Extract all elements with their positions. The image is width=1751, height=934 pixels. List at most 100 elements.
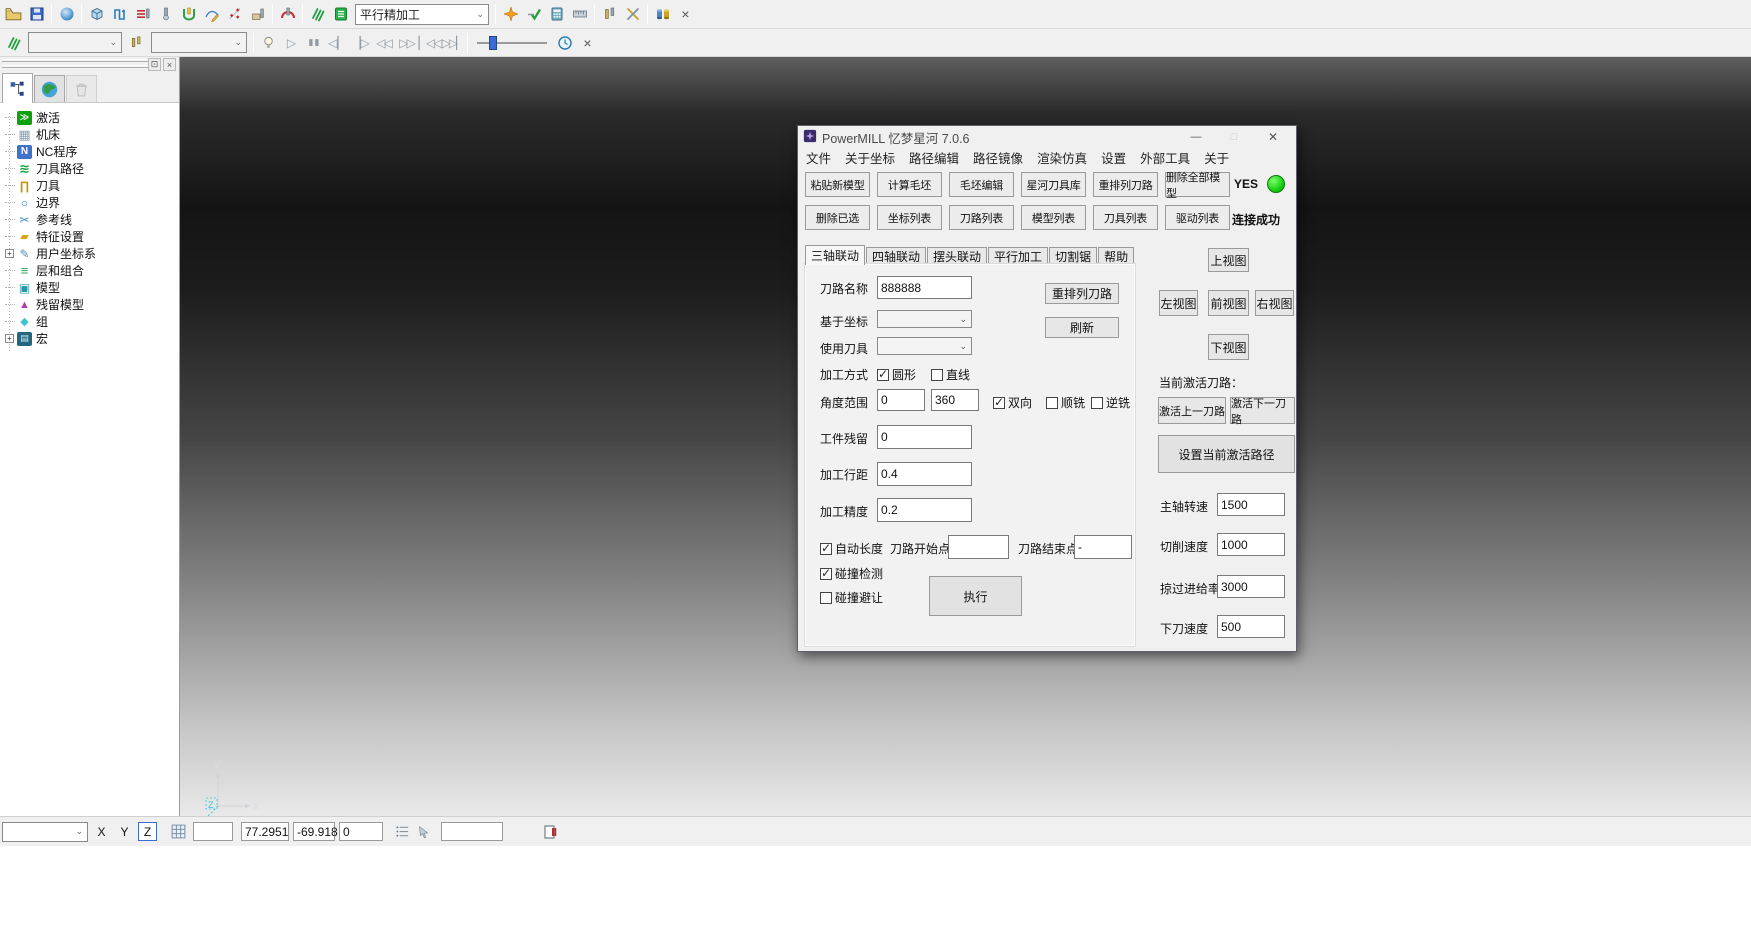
curve-edit-icon[interactable]: [200, 2, 223, 26]
go-start-icon[interactable]: [418, 31, 441, 55]
expand-icon[interactable]: +: [5, 334, 14, 343]
tree-item[interactable]: + 特征设置: [0, 228, 179, 245]
grid-icon[interactable]: [167, 822, 189, 842]
cross-arrows-icon[interactable]: [621, 2, 644, 26]
dock-grip[interactable]: [2, 65, 149, 68]
bulb-icon[interactable]: [257, 31, 280, 55]
plunge-input[interactable]: [1217, 615, 1285, 638]
quick-button[interactable]: 计算毛坯: [877, 172, 942, 197]
axis-z-button[interactable]: Z: [138, 822, 157, 841]
stepover-input[interactable]: [877, 462, 972, 486]
clock-icon[interactable]: [553, 31, 576, 55]
play-icon[interactable]: [280, 31, 303, 55]
tree-item[interactable]: + 刀具路径: [0, 160, 179, 177]
bidirectional-option[interactable]: 双向: [993, 394, 1032, 411]
checkbox[interactable]: [877, 369, 889, 381]
rearrange-toolpath-button[interactable]: 重排列刀路: [1045, 283, 1119, 304]
quick-button[interactable]: 删除已选: [805, 205, 870, 230]
speed-slider[interactable]: [477, 34, 547, 52]
page-split-icon[interactable]: [539, 822, 561, 842]
checkbox[interactable]: [993, 397, 1005, 409]
close-icon[interactable]: [576, 31, 599, 55]
quick-button[interactable]: 删除全部模型: [1165, 172, 1230, 197]
checkbox[interactable]: [820, 543, 832, 555]
save-icon[interactable]: [25, 2, 48, 26]
list-icon[interactable]: [391, 822, 413, 842]
step-forward-icon[interactable]: [349, 31, 372, 55]
raster-path-icon[interactable]: [108, 2, 131, 26]
end-point-input[interactable]: [1074, 535, 1132, 559]
ruler-icon[interactable]: [568, 2, 591, 26]
tab[interactable]: 三轴联动: [805, 245, 865, 265]
activate-prev-button[interactable]: 激活上一刀路: [1158, 397, 1226, 424]
toolpath-combobox[interactable]: ⌄: [28, 32, 122, 53]
set-active-path-button[interactable]: 设置当前激活路径: [1158, 435, 1295, 473]
dock-grip[interactable]: [2, 59, 149, 62]
pause-icon[interactable]: [303, 31, 326, 55]
go-end-icon[interactable]: [441, 31, 464, 55]
sphere-icon[interactable]: [55, 2, 78, 26]
tree-item[interactable]: + NC程序: [0, 143, 179, 160]
collision-detect-option[interactable]: 碰撞检测: [820, 565, 883, 582]
cylinder-pair-icon[interactable]: [651, 2, 674, 26]
method-line-option[interactable]: 直线: [931, 366, 970, 383]
menu-item[interactable]: 文件: [806, 148, 831, 167]
tree-item[interactable]: + 激活: [0, 109, 179, 126]
quick-button[interactable]: 重排列刀路: [1093, 172, 1158, 197]
ball-tool-icon[interactable]: [154, 2, 177, 26]
toolpath-list-icon[interactable]: [329, 2, 352, 26]
stock-lines-icon[interactable]: [131, 2, 154, 26]
tab[interactable]: 平行加工: [988, 247, 1048, 265]
checkbox[interactable]: [931, 369, 943, 381]
maximize-button[interactable]: □: [1220, 128, 1248, 146]
tree-item[interactable]: + 用户坐标系: [0, 245, 179, 262]
view-right-button[interactable]: 右视图: [1255, 290, 1294, 316]
toolpath-icon[interactable]: [2, 31, 25, 55]
collision-check-icon[interactable]: [177, 2, 200, 26]
refresh-button[interactable]: 刷新: [1045, 317, 1119, 338]
float-window-icon[interactable]: ⊡: [148, 58, 161, 71]
tab[interactable]: 摆头联动: [927, 247, 987, 265]
tree-item[interactable]: + 组: [0, 313, 179, 330]
slider-handle[interactable]: [489, 36, 497, 50]
spindle-input[interactable]: [1217, 493, 1285, 516]
coord-z-field[interactable]: 0: [339, 822, 383, 841]
tool-block-icon[interactable]: [246, 2, 269, 26]
activate-next-button[interactable]: 激活下一刀路: [1230, 397, 1295, 424]
axis-x-button[interactable]: X: [92, 822, 111, 841]
globe-tab-icon[interactable]: [34, 75, 65, 102]
toolpath-icon[interactable]: [306, 2, 329, 26]
start-point-input[interactable]: [948, 535, 1009, 559]
quick-button[interactable]: 刀具列表: [1093, 205, 1158, 230]
cutting-input[interactable]: [1217, 533, 1285, 556]
tree-item[interactable]: + 宏: [0, 330, 179, 347]
toolpath-name-input[interactable]: [877, 276, 972, 299]
checkbox[interactable]: [820, 592, 832, 604]
status-field[interactable]: [441, 822, 503, 841]
tree-item[interactable]: + 刀具: [0, 177, 179, 194]
menu-item[interactable]: 路径镜像: [973, 148, 1023, 167]
view-bottom-button[interactable]: 下视图: [1208, 334, 1249, 360]
angle-start-input[interactable]: [877, 389, 925, 411]
tree-item[interactable]: + 机床: [0, 126, 179, 143]
tree-item[interactable]: + 参考线: [0, 211, 179, 228]
tool-icon[interactable]: [125, 31, 148, 55]
based-coord-select[interactable]: ⌄: [877, 310, 972, 328]
quick-button[interactable]: 模型列表: [1021, 205, 1086, 230]
rewind-icon[interactable]: [372, 31, 395, 55]
menu-item[interactable]: 渲染仿真: [1037, 148, 1087, 167]
minimize-button[interactable]: —: [1182, 128, 1210, 146]
tool-combobox[interactable]: ⌄: [151, 32, 247, 53]
tool-pair-icon[interactable]: [598, 2, 621, 26]
view-top-button[interactable]: 上视图: [1208, 248, 1249, 272]
star-burst-icon[interactable]: [499, 2, 522, 26]
calculator-icon[interactable]: [545, 2, 568, 26]
close-icon[interactable]: [674, 2, 697, 26]
quick-button[interactable]: 粘贴新模型: [805, 172, 870, 197]
quick-button[interactable]: 刀路列表: [949, 205, 1014, 230]
menu-item[interactable]: 外部工具: [1140, 148, 1190, 167]
arc-lead-icon[interactable]: [276, 2, 299, 26]
quick-button[interactable]: 星河刀具库: [1021, 172, 1086, 197]
conventional-option[interactable]: 逆铣: [1091, 394, 1130, 411]
use-tool-select[interactable]: ⌄: [877, 337, 972, 355]
